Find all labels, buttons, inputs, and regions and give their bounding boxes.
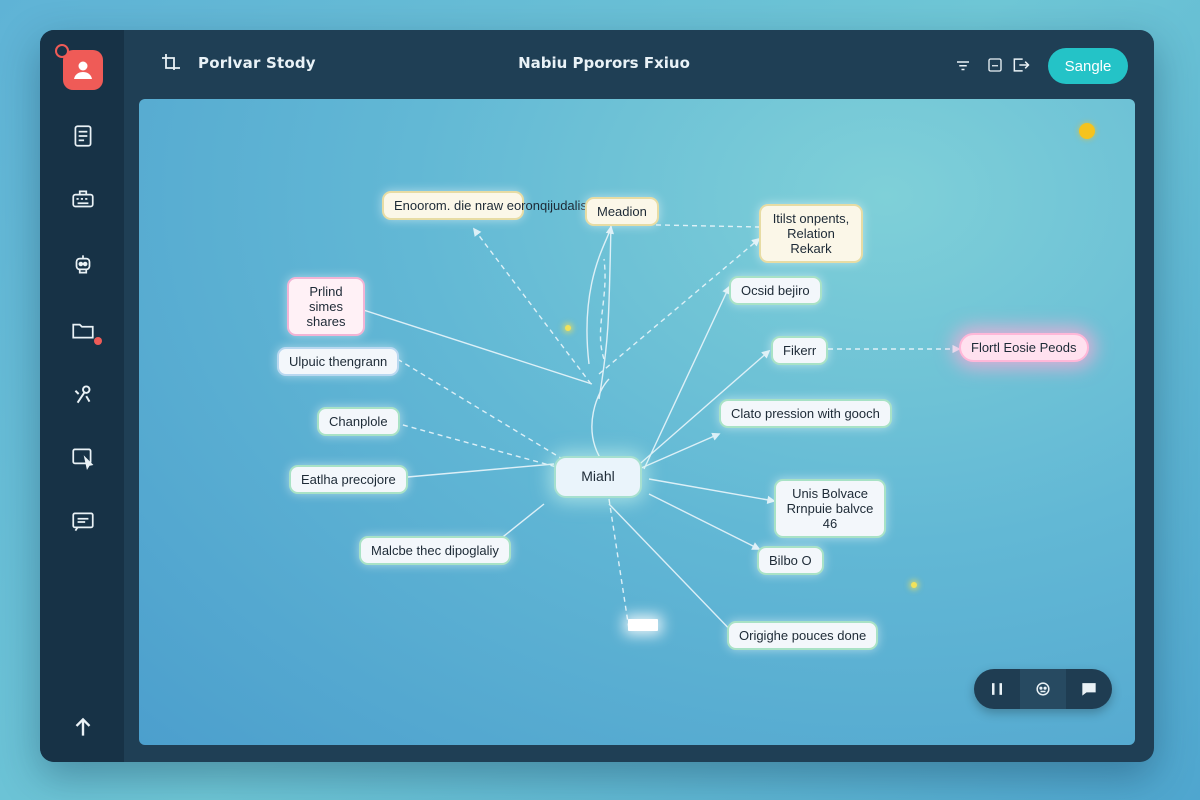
sparkle-decoration	[565, 325, 571, 331]
mindmap-canvas[interactable]: Enoorom. die nraw eoronqijudalis smuchar…	[139, 99, 1135, 745]
comment-button[interactable]	[1066, 669, 1112, 709]
notification-dot	[94, 337, 102, 345]
mindmap-node[interactable]: Origighe pouces done	[727, 621, 879, 650]
pause-icon	[992, 683, 1002, 695]
document-icon	[74, 125, 92, 147]
connection-lines	[349, 222, 961, 641]
user-icon	[74, 61, 92, 79]
robot-head-icon	[1036, 682, 1050, 696]
mindmap-node[interactable]: Malcbe thec dipoglaliy	[359, 536, 511, 565]
mindmap-node[interactable]: Prlind simes shares	[287, 277, 365, 336]
sidebar	[40, 30, 124, 762]
minimize-button[interactable]	[984, 54, 1006, 76]
bell-icon[interactable]	[1079, 123, 1095, 139]
sidebar-item-folder[interactable]	[67, 314, 102, 346]
mindmap-node[interactable]: Unis Bolvace Rrnpuie balvce 46	[774, 479, 886, 538]
mindmap-node[interactable]: Itilst onpents, Relation Rekark	[759, 204, 863, 263]
empty-node[interactable]	[628, 619, 658, 631]
mindmap-node[interactable]: Bilbo O	[757, 546, 824, 575]
keyboard-icon	[72, 190, 94, 208]
export-button[interactable]	[1010, 54, 1032, 76]
top-header: Porlvar Stody Nabiu Pporors Fxiuo Sangle	[124, 30, 1154, 98]
sidebar-item-chat[interactable]	[67, 506, 99, 538]
sidebar-item-documents[interactable]	[67, 120, 99, 152]
window-minimize-icon	[988, 58, 1002, 72]
mindmap-node[interactable]: Ocsid bejiro	[729, 276, 822, 305]
folder-icon	[72, 323, 94, 339]
sidebar-item-upload[interactable]	[67, 711, 99, 743]
sidebar-item-tools[interactable]	[67, 378, 99, 410]
robot-icon	[75, 255, 91, 274]
tools-icon	[74, 385, 91, 404]
sidebar-item-robot[interactable]	[67, 248, 99, 280]
mindmap-center-node[interactable]: Miahl	[554, 456, 642, 498]
pointer-icon	[72, 448, 94, 471]
sidebar-item-cursor[interactable]	[67, 442, 99, 474]
mindmap-node[interactable]: Eatlha precojore	[289, 465, 408, 494]
app-logo[interactable]	[63, 50, 103, 90]
app-window: Porlvar Stody Nabiu Pporors Fxiuo Sangle	[40, 30, 1154, 762]
filter-button[interactable]	[952, 54, 974, 76]
mindmap-node[interactable]: Ulpuic thengrann	[277, 347, 400, 376]
mindmap-node[interactable]: Clato pression with gooch	[719, 399, 892, 428]
mindmap-node-highlighted[interactable]: Flortl Eosie Peods	[959, 333, 1089, 362]
export-icon	[1013, 58, 1030, 72]
comment-icon	[1082, 683, 1096, 696]
sparkle-decoration	[911, 582, 917, 588]
logo-badge	[55, 44, 69, 58]
mindmap-node[interactable]: Fikerr	[771, 336, 829, 365]
chat-icon	[72, 512, 94, 532]
pause-button[interactable]	[974, 669, 1020, 709]
mindmap-node[interactable]: Meadion	[585, 197, 659, 226]
mindmap-node[interactable]: Chanplole	[317, 407, 400, 436]
arrow-up-icon	[75, 717, 91, 736]
mindmap-node[interactable]: Enoorom. die nraw eoronqijudalis smuchar…	[382, 191, 647, 220]
record-button[interactable]	[1020, 669, 1066, 709]
filter-icon	[957, 61, 969, 71]
sidebar-item-keyboard[interactable]	[67, 184, 99, 216]
playback-controls	[974, 669, 1112, 709]
page-title: Nabiu Pporors Fxiuo	[518, 54, 690, 72]
primary-action-button[interactable]: Sangle	[1048, 48, 1128, 84]
